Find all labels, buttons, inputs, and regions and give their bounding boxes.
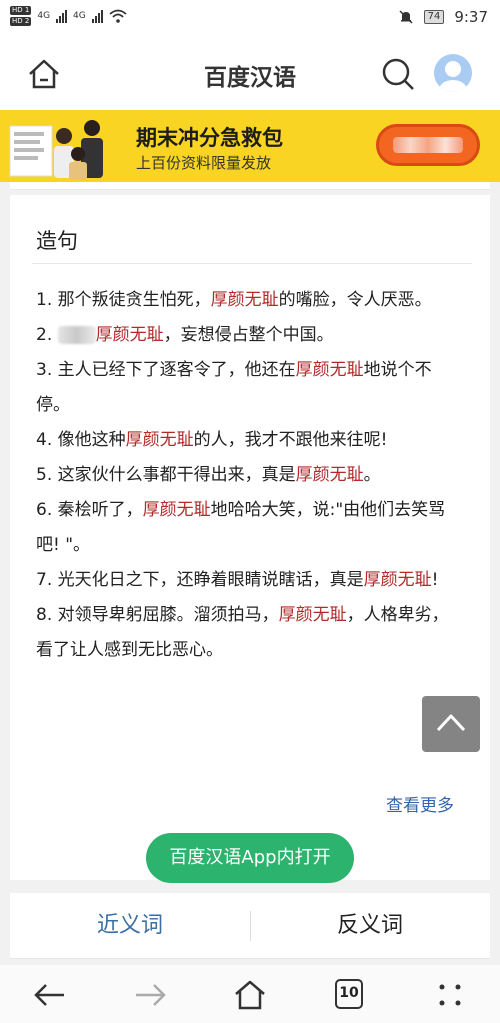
banner-people-illustration — [9, 120, 103, 180]
status-right: 74 9:37 — [398, 8, 488, 26]
page-title: 百度汉语 — [204, 65, 296, 91]
chevron-up-icon — [436, 714, 466, 732]
banner-action-button[interactable] — [376, 124, 480, 166]
scroll-to-top-button[interactable] — [422, 696, 480, 752]
blurred-text — [57, 326, 96, 344]
tab-antonyms[interactable]: 反义词 — [250, 893, 490, 959]
search-icon[interactable] — [380, 56, 416, 92]
battery-indicator: 74 — [423, 10, 445, 24]
keyword-highlight: 厚颜无耻 — [278, 605, 347, 625]
keyword-highlight: 厚颜无耻 — [295, 465, 364, 485]
browser-bottom-nav: 10 — [0, 965, 500, 1023]
previous-card-edge — [10, 182, 490, 190]
section-title: 造句 — [36, 229, 78, 253]
sentence-list: 1. 那个叛徒贪生怕死，厚颜无耻的嘴脸，令人厌恶。 2. 厚颜无耻，妄想侵占整个… — [36, 283, 464, 668]
open-in-app-button[interactable]: 百度汉语App内打开 — [146, 833, 354, 883]
sentence-item: 6. 秦桧听了，厚颜无耻地哈哈大笑，说:"由他们去笑骂吧! "。 — [36, 500, 446, 555]
keyword-highlight: 厚颜无耻 — [95, 325, 164, 345]
tabs-count-button[interactable]: 10 — [335, 979, 363, 1009]
keyword-highlight: 厚颜无耻 — [295, 360, 364, 380]
sentence-item: 3. 主人已经下了逐客令了，他还在厚颜无耻地说个不停。 — [36, 360, 432, 415]
banner-title: 期末冲分急救包 — [136, 126, 283, 150]
app-header: 百度汉语 — [0, 38, 500, 110]
tab-synonyms[interactable]: 近义词 — [10, 893, 250, 959]
hd2-indicator: HD 2 — [10, 17, 32, 26]
signal-icon — [56, 9, 68, 23]
keyword-highlight: 厚颜无耻 — [210, 290, 279, 310]
status-left: HD 1 HD 2 4G 4G — [10, 6, 127, 26]
clock: 9:37 — [454, 8, 488, 26]
hd1-indicator: HD 1 — [10, 6, 32, 15]
sentence-item: 4. 像他这种厚颜无耻的人，我才不跟他来往呢! — [36, 430, 388, 450]
sentence-item: 2. 厚颜无耻，妄想侵占整个中国。 — [36, 325, 334, 345]
mute-bell-icon — [399, 10, 413, 24]
example-sentences-card: 造句 1. 那个叛徒贪生怕死，厚颜无耻的嘴脸，令人厌恶。 2. 厚颜无耻，妄想侵… — [10, 195, 490, 883]
keyword-highlight: 厚颜无耻 — [142, 500, 211, 520]
keyword-highlight: 厚颜无耻 — [363, 570, 432, 590]
network-type-1: 4G — [37, 11, 51, 21]
sentence-item: 7. 光天化日之下，还睁着眼睛说瞎话，真是厚颜无耻! — [36, 570, 439, 590]
back-arrow-icon[interactable] — [32, 979, 68, 1011]
sentence-item: 5. 这家伙什么事都干得出来，真是厚颜无耻。 — [36, 465, 381, 485]
avatar-person-icon — [439, 61, 467, 92]
banner-subtitle: 上百份资料限量发放 — [136, 154, 272, 172]
more-dots-icon[interactable] — [432, 979, 468, 1011]
user-avatar[interactable] — [434, 54, 472, 92]
network-type-2: 4G — [73, 11, 86, 21]
promo-banner[interactable]: 期末冲分急救包 上百份资料限量发放 — [0, 110, 500, 182]
banner-button-blurred-label — [393, 137, 463, 153]
signal-icon-2 — [91, 9, 103, 23]
wifi-icon — [109, 9, 127, 23]
status-bar: HD 1 HD 2 4G 4G 74 9:37 — [0, 0, 500, 38]
section-divider — [32, 263, 472, 264]
forward-arrow-icon[interactable] — [132, 979, 168, 1011]
view-more-link[interactable]: 查看更多 — [386, 791, 454, 816]
keyword-highlight: 厚颜无耻 — [125, 430, 194, 450]
sentence-item: 8. 对领导卑躬屈膝。溜须拍马，厚颜无耻，人格卑劣，看了让人感到无比恶心。 — [36, 605, 449, 660]
word-relation-tabs: 近义词 反义词 — [10, 893, 490, 959]
home-nav-icon[interactable] — [232, 979, 268, 1011]
sentence-item: 1. 那个叛徒贪生怕死，厚颜无耻的嘴脸，令人厌恶。 — [36, 290, 432, 310]
